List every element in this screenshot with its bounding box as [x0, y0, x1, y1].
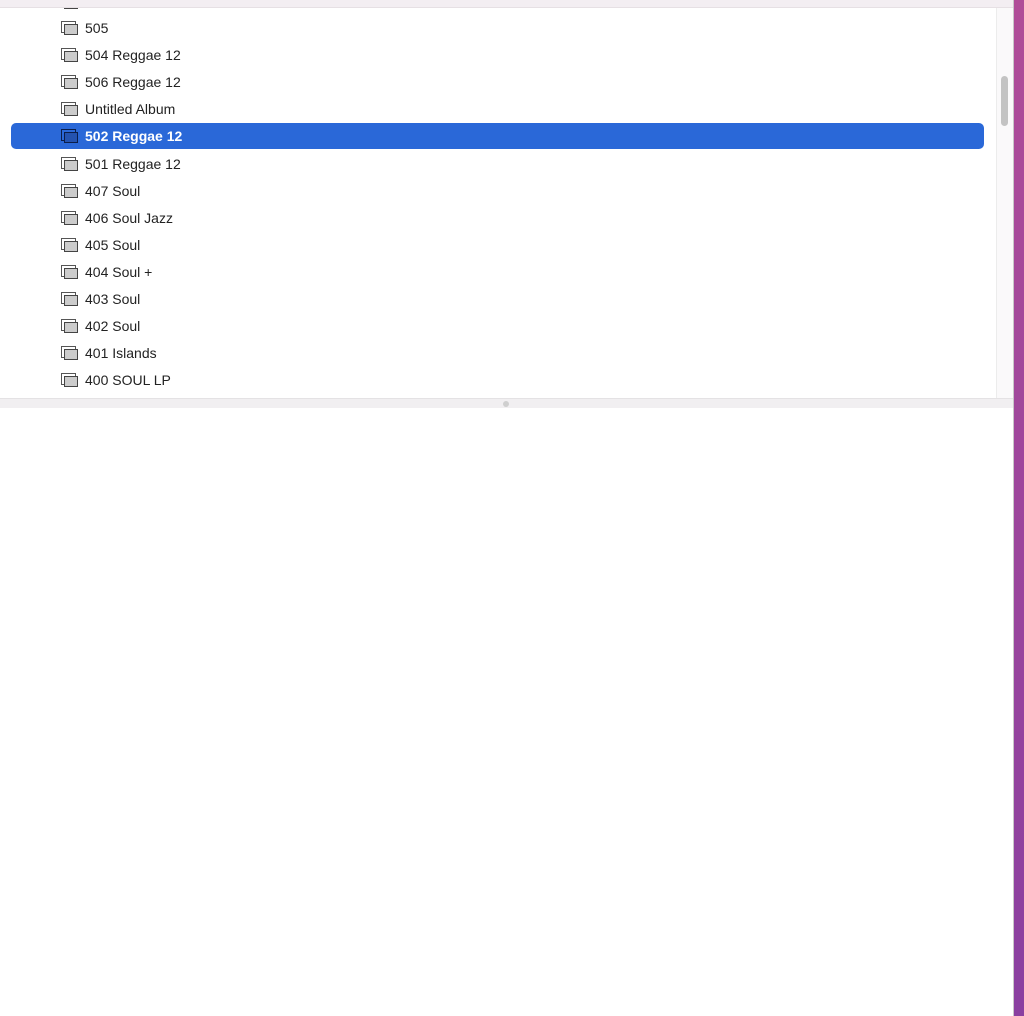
scrollbar-thumb[interactable] — [1001, 76, 1008, 126]
album-row[interactable]: 400 SOUL LP — [11, 367, 984, 393]
album-stack-icon — [61, 102, 78, 117]
album-label: 405 Soul — [85, 236, 141, 253]
album-label: 506 Reggae 12 — [85, 74, 181, 91]
album-label: Untitled Album — [85, 101, 176, 118]
album-row[interactable]: 401 Islands — [11, 340, 984, 366]
detail-pane — [0, 408, 1013, 1016]
album-label: 501 Reggae 12 — [85, 155, 181, 172]
album-row[interactable]: 501 Reggae 12 — [11, 151, 984, 177]
album-row[interactable]: 505 — [11, 15, 984, 41]
window-top-edge — [0, 0, 1013, 8]
album-label: 504 Reggae 12 — [85, 47, 181, 64]
album-stack-icon — [61, 156, 78, 171]
album-stack-icon — [61, 264, 78, 279]
album-row[interactable]: Untitled Album — [11, 96, 984, 122]
album-stack-icon — [61, 210, 78, 225]
album-row[interactable]: 404 Soul + — [11, 259, 984, 285]
album-label: 407 Soul — [85, 182, 141, 199]
album-row[interactable]: 406 Soul Jazz — [11, 205, 984, 231]
album-window: 505 504 Reggae 12 506 Reggae 12 Untitled Al… — [0, 0, 1014, 1016]
album-list: 505 504 Reggae 12 506 Reggae 12 Untitled Al… — [0, 8, 996, 398]
album-row[interactable]: 403 Soul — [11, 286, 984, 312]
album-label: 502 Reggae 12 — [85, 128, 183, 145]
album-stack-icon — [61, 292, 78, 306]
desktop-background — [1013, 0, 1024, 1016]
album-stack-icon — [61, 129, 78, 144]
album-row[interactable]: 405 Soul — [11, 232, 984, 258]
vertical-scrollbar[interactable] — [996, 8, 1013, 398]
album-label: 406 Soul Jazz — [85, 209, 173, 226]
album-label: 505 — [85, 20, 109, 36]
album-label: 404 Soul + — [85, 263, 153, 280]
album-label: 400 SOUL LP — [85, 372, 171, 389]
album-stack-icon — [61, 8, 78, 9]
divider-grip-handle[interactable] — [503, 401, 509, 407]
album-stack-icon — [61, 183, 78, 198]
album-row[interactable]: 506 Reggae 12 — [11, 69, 984, 95]
album-stack-icon — [61, 373, 78, 388]
album-stack-icon — [61, 346, 78, 361]
album-stack-icon — [61, 48, 78, 63]
album-stack-icon — [61, 21, 78, 35]
album-label: 402 Soul — [85, 318, 141, 335]
album-row[interactable]: 407 Soul — [11, 178, 984, 204]
album-row[interactable]: 402 Soul — [11, 313, 984, 339]
album-label: 401 Islands — [85, 345, 157, 362]
album-stack-icon — [61, 75, 78, 90]
album-stack-icon — [61, 237, 78, 252]
album-row-selected[interactable]: 502 Reggae 12 — [11, 123, 984, 150]
album-stack-icon — [61, 319, 78, 334]
partial-album-row[interactable] — [11, 8, 984, 15]
album-row[interactable]: 504 Reggae 12 — [11, 42, 984, 68]
album-label: 403 Soul — [85, 291, 141, 307]
